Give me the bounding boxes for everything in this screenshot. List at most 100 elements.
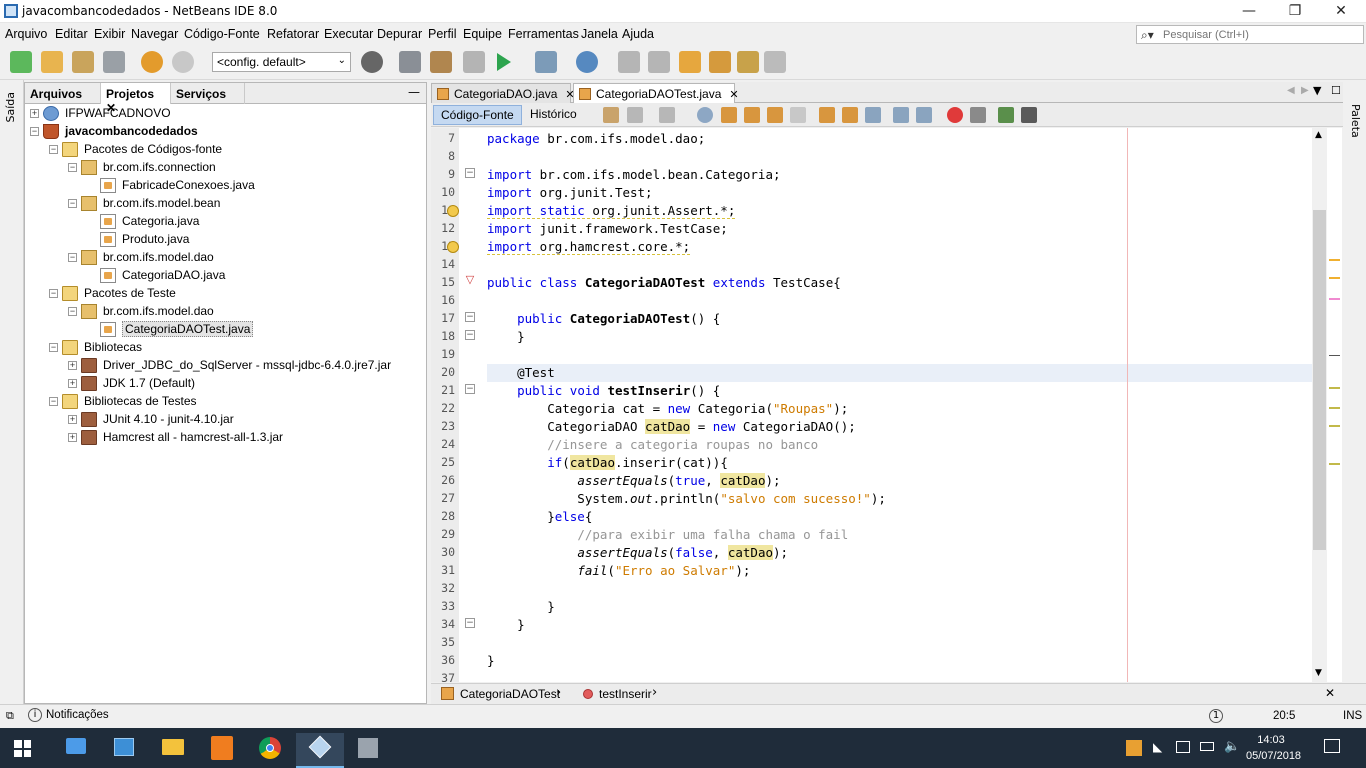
code-line[interactable]: //insere a categoria roupas no banco bbox=[487, 437, 818, 452]
collapse-icon[interactable]: − bbox=[68, 307, 77, 316]
tree-item[interactable]: − javacombancodedados bbox=[25, 123, 425, 141]
collapse-icon[interactable]: − bbox=[68, 163, 77, 172]
insert-mode[interactable]: INS bbox=[1343, 710, 1362, 722]
stop-build-icon[interactable] bbox=[463, 51, 485, 73]
code-line[interactable]: Categoria cat = new Categoria("Roupas"); bbox=[487, 401, 848, 416]
tree-item[interactable]: − Pacotes de Códigos-fonte bbox=[25, 141, 425, 159]
chrome-icon[interactable] bbox=[246, 733, 294, 768]
occurrence-marker[interactable] bbox=[1329, 425, 1340, 427]
run-icon[interactable] bbox=[497, 53, 511, 71]
tree-item[interactable]: + JDK 1.7 (Default) bbox=[25, 375, 425, 393]
undo-icon[interactable] bbox=[141, 51, 163, 73]
task-view-icon[interactable] bbox=[100, 733, 148, 768]
collapse-icon[interactable]: − bbox=[49, 289, 58, 298]
collapse-icon[interactable]: − bbox=[49, 145, 58, 154]
fold-toggle-icon[interactable]: − bbox=[465, 330, 475, 340]
next-bookmark-icon[interactable] bbox=[842, 107, 858, 123]
tree-item[interactable]: Produto.java bbox=[25, 231, 425, 249]
code-line[interactable]: assertEquals(false, catDao); bbox=[487, 545, 788, 560]
debug-icon[interactable] bbox=[535, 51, 557, 73]
code-line[interactable]: import junit.framework.TestCase; bbox=[487, 221, 728, 236]
code-line[interactable]: } bbox=[487, 329, 525, 344]
hammer-icon[interactable] bbox=[399, 51, 421, 73]
override-marker[interactable] bbox=[1329, 298, 1340, 300]
previous-bookmark-icon[interactable] bbox=[819, 107, 835, 123]
shift-left-icon[interactable] bbox=[893, 107, 909, 123]
save-all-icon[interactable] bbox=[103, 51, 125, 73]
menu-perfil[interactable]: Perfil bbox=[428, 27, 456, 41]
open-project-icon[interactable] bbox=[72, 51, 94, 73]
menu-exibir[interactable]: Exibir bbox=[94, 27, 125, 41]
minimize-panel-icon[interactable]: — bbox=[408, 85, 420, 99]
windows-start-icon[interactable] bbox=[14, 740, 31, 757]
tab-servicos[interactable]: Serviços bbox=[171, 83, 245, 104]
pdf-app-icon[interactable] bbox=[198, 733, 246, 768]
maximize-editor-icon[interactable]: ☐ bbox=[1331, 84, 1341, 97]
menu-navegar[interactable]: Navegar bbox=[131, 27, 178, 41]
search-input[interactable] bbox=[1163, 27, 1358, 42]
occurrence-marker[interactable] bbox=[1329, 463, 1340, 465]
battery-icon[interactable] bbox=[1200, 742, 1214, 751]
code-line[interactable]: } bbox=[487, 653, 495, 668]
tree-item[interactable]: FabricadeConexoes.java bbox=[25, 177, 425, 195]
collapse-icon[interactable]: − bbox=[49, 343, 58, 352]
uncomment-icon[interactable] bbox=[1021, 107, 1037, 123]
close-icon[interactable]: ✕ bbox=[729, 89, 738, 101]
collapse-icon[interactable]: − bbox=[68, 199, 77, 208]
close-icon[interactable]: ✕ bbox=[1325, 686, 1335, 700]
fold-toggle-icon[interactable]: − bbox=[465, 312, 475, 322]
menu-janela[interactable]: Janela bbox=[581, 27, 618, 41]
menu-arquivo[interactable]: Arquivo bbox=[5, 27, 47, 41]
tab-categoriadaotest-java[interactable]: CategoriaDAOTest.java ✕ bbox=[573, 83, 739, 103]
tree-item[interactable]: − br.com.ifs.connection bbox=[25, 159, 425, 177]
tree-item[interactable]: − br.com.ifs.model.dao bbox=[25, 249, 425, 267]
code-line[interactable]: import org.junit.Test; bbox=[487, 185, 653, 200]
close-button[interactable]: ✕ bbox=[1318, 0, 1364, 22]
code-line[interactable]: package br.com.ifs.model.dao; bbox=[487, 131, 705, 146]
menu-editar[interactable]: Editar bbox=[55, 27, 88, 41]
code-line[interactable]: }else{ bbox=[487, 509, 592, 524]
menu-equipe[interactable]: Equipe bbox=[463, 27, 502, 41]
step-out-icon[interactable] bbox=[737, 51, 759, 73]
fold-toggle-icon[interactable]: − bbox=[465, 384, 475, 394]
error-stripe[interactable] bbox=[1327, 128, 1342, 682]
system-tray-app-icon[interactable] bbox=[1126, 740, 1142, 756]
code-line[interactable]: public void testInserir() { bbox=[487, 383, 720, 398]
info-icon[interactable]: i bbox=[28, 708, 42, 722]
comment-icon[interactable] bbox=[998, 107, 1014, 123]
toggle-highlight-icon[interactable] bbox=[767, 107, 783, 123]
code-line[interactable]: //para exibir uma falha chama o fail bbox=[487, 527, 848, 542]
shift-right-icon[interactable] bbox=[916, 107, 932, 123]
search-taskbar-icon[interactable] bbox=[52, 733, 100, 768]
tree-item[interactable]: + Hamcrest all - hamcrest-all-1.3.jar bbox=[25, 429, 425, 447]
tab-historico[interactable]: Histórico bbox=[523, 105, 584, 125]
profile-icon[interactable] bbox=[576, 51, 598, 73]
scroll-right-icon[interactable]: ▶ bbox=[1301, 85, 1309, 96]
expand-icon[interactable]: + bbox=[68, 415, 77, 424]
tab-codigo-fonte[interactable]: Código-Fonte bbox=[433, 105, 522, 125]
editor-scrollbar[interactable]: ▲ ▼ bbox=[1312, 128, 1327, 682]
tree-item[interactable]: CategoriaDAO.java bbox=[25, 267, 425, 285]
maximize-button[interactable]: ❐ bbox=[1272, 0, 1318, 22]
expand-icon[interactable]: + bbox=[68, 433, 77, 442]
collapse-icon[interactable]: − bbox=[49, 397, 58, 406]
notification-center-icon[interactable] bbox=[1324, 739, 1340, 753]
menu-depurar[interactable]: Depurar bbox=[377, 27, 422, 41]
notifications-label[interactable]: Notificações bbox=[46, 709, 109, 721]
find-next-icon[interactable] bbox=[744, 107, 760, 123]
configuration-select[interactable]: <config. default> ⌄ bbox=[212, 52, 351, 72]
collapse-icon[interactable]: − bbox=[68, 253, 77, 262]
code-line[interactable]: } bbox=[487, 617, 525, 632]
notification-count-icon[interactable]: 1 bbox=[1209, 709, 1223, 723]
tree-item[interactable]: + Driver_JDBC_do_SqlServer - mssql-jdbc-6… bbox=[25, 357, 425, 375]
warning-marker[interactable] bbox=[1329, 259, 1340, 261]
tree-item[interactable]: CategoriaDAOTest.java bbox=[25, 321, 425, 339]
tree-item[interactable]: + IFPWAFCADNOVO bbox=[25, 105, 425, 123]
expand-icon[interactable]: + bbox=[68, 379, 77, 388]
code-line[interactable]: public CategoriaDAOTest() { bbox=[487, 311, 720, 326]
tree-item[interactable]: − br.com.ifs.model.bean bbox=[25, 195, 425, 213]
new-file-icon[interactable] bbox=[10, 51, 32, 73]
tree-item[interactable]: − Bibliotecas bbox=[25, 339, 425, 357]
occurrence-marker[interactable] bbox=[1329, 387, 1340, 389]
code-line[interactable]: if(catDao.inserir(cat)){ bbox=[487, 455, 728, 470]
